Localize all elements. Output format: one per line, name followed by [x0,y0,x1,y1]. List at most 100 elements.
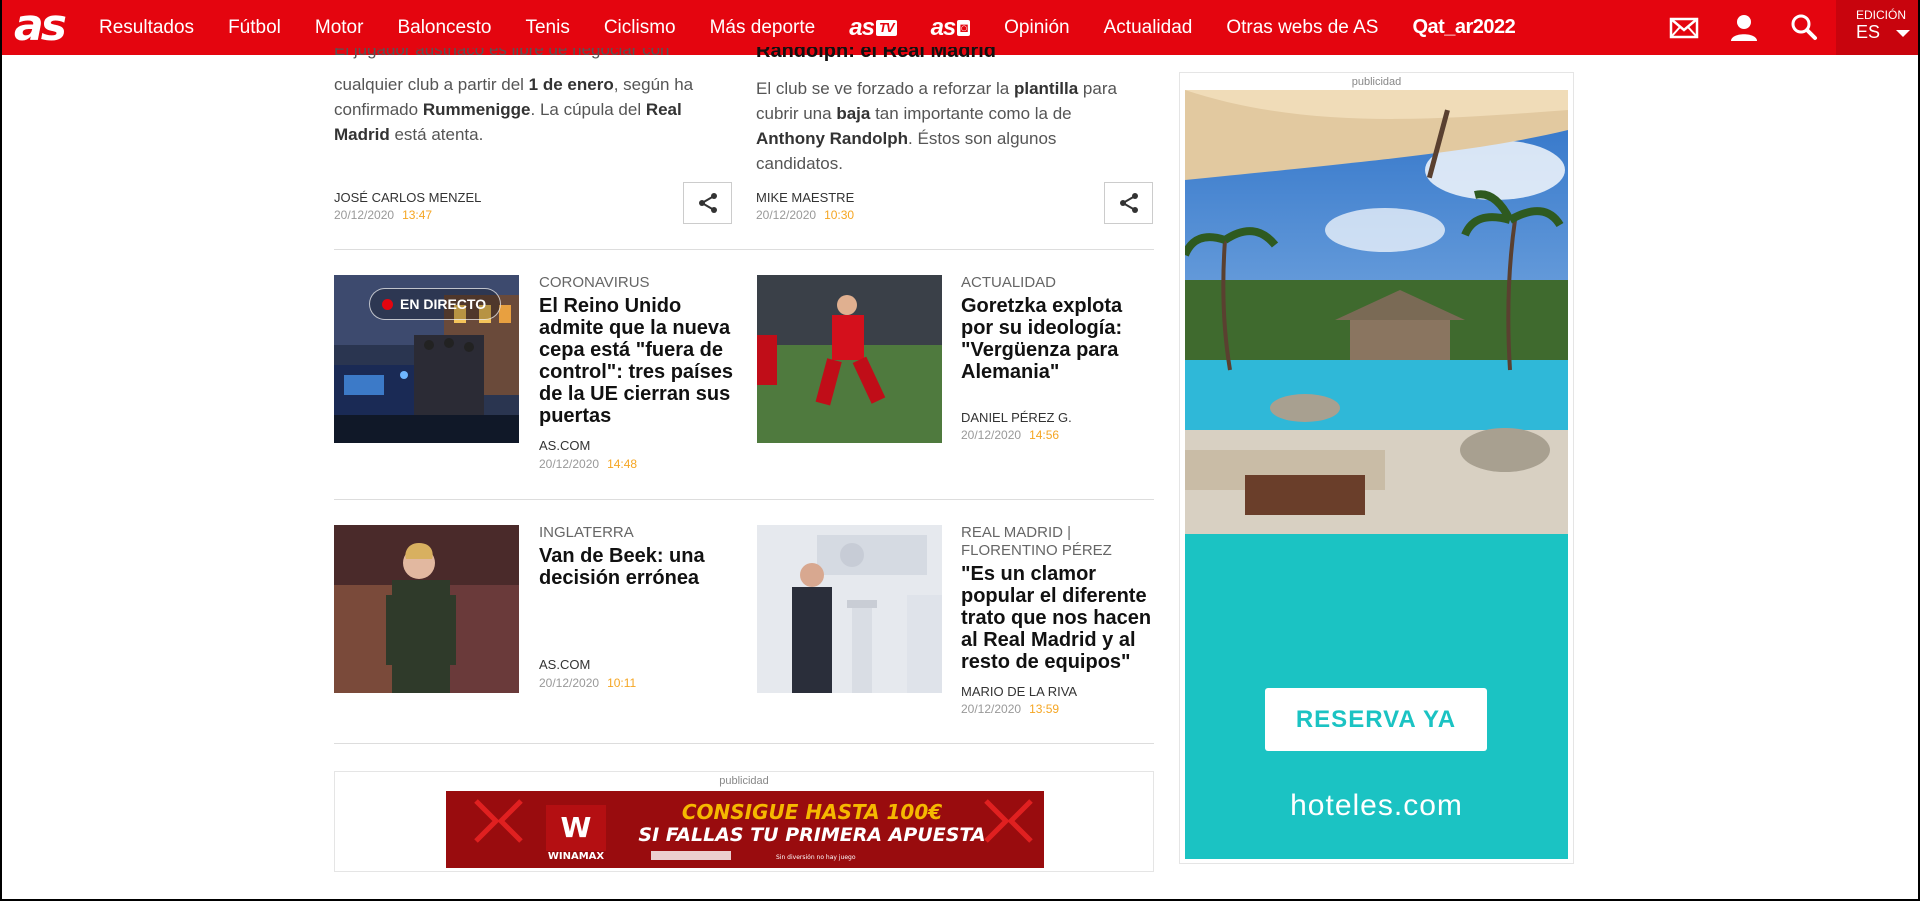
as-logo[interactable]: as [14,2,67,50]
article-title[interactable]: Goretzka explota por su ideología: "Verg… [961,295,1156,383]
article-thumbnail-florentino[interactable] [757,525,942,693]
article-kicker[interactable]: INGLATERRA [539,524,634,542]
summary-bold: Anthony Randolph [756,129,909,148]
mail-icon[interactable] [1668,12,1700,44]
time-text: 10:30 [824,208,855,222]
nav-otras-webs[interactable]: Otras webs de AS [1226,17,1378,39]
edition-selector[interactable]: EDICIÓN ES [1836,0,1920,55]
nav-as-tv[interactable]: as TV [849,13,897,42]
camera-icon: ◙ [957,20,971,37]
winamax-banner[interactable]: W WINAMAX CONSIGUE HASTA 100€ SI FALLAS … [446,791,1044,868]
nav-opinion[interactable]: Opinión [1004,17,1070,39]
share-button[interactable] [1104,182,1153,224]
date-text: 20/12/2020 [334,208,395,222]
summary-bold: plantilla [1013,79,1079,98]
nav-ciclismo[interactable]: Ciclismo [604,17,676,39]
chevron-down-icon [1896,30,1910,37]
nav-actualidad[interactable]: Actualidad [1104,17,1193,39]
article-thumbnail-goretzka[interactable] [757,275,942,443]
article-date: 20/12/2020 10:30 [756,208,854,222]
date-text: 20/12/2020 [756,208,817,222]
player-coat-image [334,525,519,693]
ad-teal-panel: RESERVA YA hoteles.com [1185,534,1568,859]
article-headline-cut: El jugador austriaco es libre de negocia… [334,48,714,62]
article-date: 20/12/2020 10:11 [539,676,636,690]
resort-pool-image[interactable] [1185,90,1568,534]
article-author[interactable]: AS.COM [539,657,590,672]
side-ad-container: publicidad RESERVA YA hoteles.com [1179,72,1574,864]
divider [334,499,1154,500]
live-dot-icon [382,299,393,310]
main-nav: Resultados Fútbol Motor Baloncesto Tenis… [99,0,1549,55]
as-tv-main: as [849,13,875,41]
nav-tenis[interactable]: Tenis [525,17,569,39]
nav-baloncesto[interactable]: Baloncesto [397,17,491,39]
article-kicker[interactable]: CORONAVIRUS [539,274,650,292]
article-author[interactable]: MIKE MAESTRE [756,190,854,205]
nav-resultados[interactable]: Resultados [99,17,194,39]
time-text: 13:47 [402,208,433,222]
article-title[interactable]: El Reino Unido admite que la nueva cepa … [539,295,734,427]
share-icon [698,193,717,213]
nav-as-foto[interactable]: as ◙ [931,14,971,42]
summary-bold: baja [836,104,871,123]
share-icon [1119,193,1138,213]
banner-fine-print: Sin diversión no hay juego [776,854,856,861]
article-summary-1: cualquier club a partir del 1 de enero, … [334,72,714,147]
press-conference-image [757,525,942,693]
nav-motor[interactable]: Motor [315,17,364,39]
summary-text: . La cúpula del [530,100,646,119]
time-text: 14:48 [607,457,638,471]
article-date: 20/12/2020 14:48 [539,457,637,471]
summary-text: está atenta. [389,125,484,144]
summary-text: cualquier club a partir del [334,75,529,94]
banner-line-2: SI FALLAS TU PRIMERA APUESTA [638,824,985,846]
article-thumbnail-van-de-beek[interactable] [334,525,519,693]
article-date: 20/12/2020 14:56 [961,428,1059,442]
time-text: 13:59 [1029,702,1060,716]
live-badge-text: EN DIRECTO [400,296,487,312]
article-kicker[interactable]: REAL MADRID | FLORENTINO PÉREZ [961,524,1141,560]
ad-label: publicidad [719,775,769,787]
svg-text:W: W [561,811,592,844]
frame-border [0,0,2,901]
nav-futbol[interactable]: Fútbol [228,17,281,39]
article-author[interactable]: AS.COM [539,438,590,453]
edition-label: EDICIÓN [1856,8,1907,22]
date-text: 20/12/2020 [539,676,600,690]
divider [334,743,1154,744]
article-thumbnail-coronavirus[interactable]: EN DIRECTO [334,275,519,443]
search-icon[interactable] [1788,12,1820,44]
user-icon[interactable] [1728,12,1760,44]
date-text: 20/12/2020 [539,457,600,471]
summary-text: El club se ve forzado a reforzar la [756,79,1014,98]
nav-mas-deporte[interactable]: Más deporte [710,17,816,39]
hoteles-brand[interactable]: hoteles.com [1185,789,1568,823]
time-text: 10:11 [607,676,637,690]
article-author[interactable]: DANIEL PÉREZ G. [961,410,1072,425]
article-date: 20/12/2020 13:59 [961,702,1059,716]
summary-bold: Rummenigge [422,100,531,119]
edition-value: ES [1856,22,1881,42]
time-text: 14:56 [1029,428,1060,442]
divider [334,249,1154,250]
article-lead-line: El jugador austriaco es libre de negocia… [334,48,670,59]
date-text: 20/12/2020 [961,702,1022,716]
winamax-logo-text: WINAMAX [548,851,605,862]
article-date: 20/12/2020 13:47 [334,208,432,222]
football-player-image [757,275,942,443]
article-author[interactable]: JOSÉ CARLOS MENZEL [334,190,481,205]
summary-text: tan importante como la de [870,104,1072,123]
nav-qatar-2022[interactable]: Qat_ar2022 [1412,16,1515,39]
article-kicker[interactable]: ACTUALIDAD [961,274,1056,292]
article-author[interactable]: MARIO DE LA RIVA [961,684,1077,699]
article-summary-2: El club se ve forzado a reforzar la plan… [756,76,1136,176]
reserva-ya-button[interactable]: RESERVA YA [1265,688,1487,751]
ad-label: publicidad [1351,76,1402,88]
share-button[interactable] [683,182,732,224]
article-title[interactable]: "Es un clamor popular el diferente trato… [961,563,1156,673]
article-title[interactable]: Van de Beek: una decisión errónea [539,545,734,589]
as-tv-tag: TV [875,20,897,37]
live-badge: EN DIRECTO [369,288,502,320]
date-text: 20/12/2020 [961,428,1022,442]
